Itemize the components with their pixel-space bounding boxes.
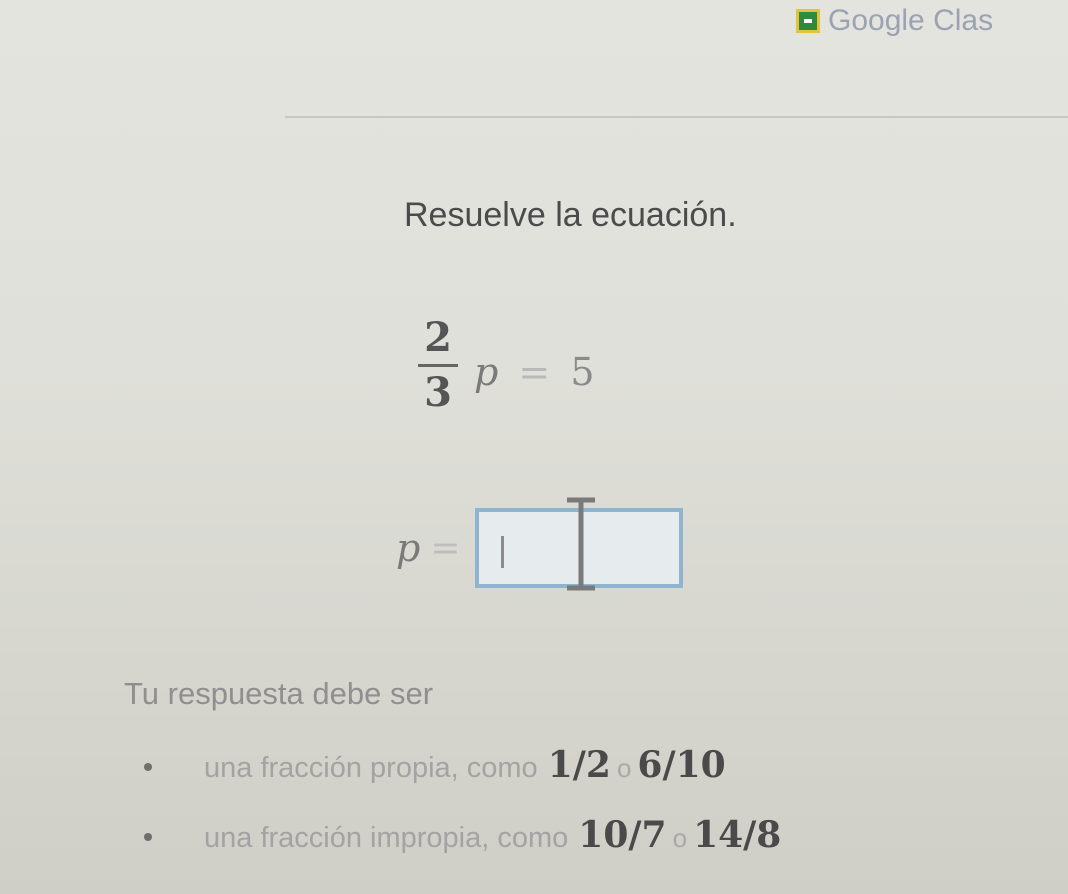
hint-conj: o xyxy=(616,753,632,783)
answer-variable: p xyxy=(396,526,421,570)
equation-rest: p = 5 xyxy=(474,350,595,394)
google-classroom-label: Google Clas xyxy=(828,4,994,37)
hint-item-text: una fracción impropia, como xyxy=(204,822,569,854)
hint-example-b: 6/10 xyxy=(637,744,726,786)
top-bar: Google Clas xyxy=(0,0,1068,56)
hint-example-a: 10/7 xyxy=(578,814,667,856)
equation-equals: = xyxy=(518,349,551,394)
fraction-denominator: 3 xyxy=(424,369,452,416)
text-caret xyxy=(500,536,504,568)
bullet-icon xyxy=(144,763,152,771)
equation-rhs: 5 xyxy=(570,349,595,394)
hint-item-proper: una fracción propia, como 1/2 o 6/10 xyxy=(144,744,781,814)
hint-example-b: 14/8 xyxy=(693,814,782,856)
equation: 2 3 p = 5 xyxy=(418,318,595,413)
answer-input[interactable] xyxy=(474,497,683,591)
google-classroom-link[interactable]: Google Clas xyxy=(796,4,993,38)
fraction-numerator: 2 xyxy=(424,314,452,361)
google-classroom-icon xyxy=(796,9,820,33)
hint-item-improper: una fracción impropia, como 10/7 o 14/8 xyxy=(144,814,781,884)
hint-title: Tu respuesta debe ser xyxy=(124,676,434,711)
header-divider xyxy=(285,116,1068,118)
hint-item-text: una fracción propia, como xyxy=(204,752,538,784)
fraction-bar xyxy=(418,364,458,367)
bullet-icon xyxy=(144,833,152,841)
answer-row: p = xyxy=(396,497,683,591)
exercise-prompt: Resuelve la ecuación. xyxy=(404,196,737,234)
hint-conj: o xyxy=(672,823,688,853)
answer-equals: = xyxy=(430,527,461,569)
hint-example-a: 1/2 xyxy=(547,744,611,786)
hint-list: una fracción propia, como 1/2 o 6/10 una… xyxy=(144,744,781,884)
exercise-page: Google Clas Resuelve la ecuación. 2 3 p … xyxy=(0,0,1068,894)
text-cursor-icon xyxy=(566,497,595,591)
coefficient-fraction: 2 3 xyxy=(418,318,458,413)
equation-variable: p xyxy=(474,349,499,394)
